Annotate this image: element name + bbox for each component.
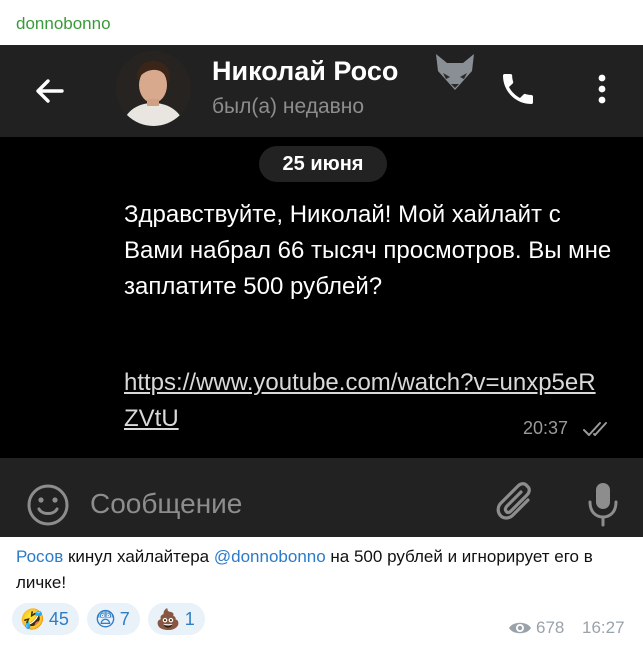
post-time: 16:27 bbox=[582, 618, 625, 637]
channel-name[interactable]: donnobonno bbox=[16, 14, 111, 34]
eye-icon bbox=[509, 622, 531, 634]
more-vertical-icon[interactable] bbox=[590, 69, 614, 109]
telegram-chat-screenshot: Николай Росо был(а) недавно 25 июня Здра… bbox=[0, 45, 643, 537]
caption-hashtag-link[interactable]: Росов bbox=[16, 547, 63, 566]
message-time: 20:37 bbox=[523, 418, 569, 438]
fox-icon bbox=[436, 54, 474, 90]
rofl-emoji-icon: 🤣 bbox=[20, 607, 45, 631]
reaction-rofl[interactable]: 🤣 45 bbox=[12, 603, 79, 635]
microphone-icon[interactable] bbox=[586, 480, 620, 528]
chat-header: Николай Росо был(а) недавно bbox=[0, 45, 643, 137]
reaction-fearful[interactable]: 😨 7 bbox=[86, 603, 140, 635]
message-input[interactable]: Сообщение bbox=[90, 488, 242, 520]
fearful-emoji-icon: 😨 bbox=[94, 607, 116, 631]
avatar[interactable] bbox=[116, 51, 191, 126]
reaction-count: 1 bbox=[184, 608, 195, 629]
poop-emoji-icon: 💩 bbox=[155, 607, 181, 631]
view-count: 678 bbox=[508, 618, 564, 638]
paperclip-icon[interactable] bbox=[496, 480, 538, 526]
double-check-icon bbox=[583, 422, 607, 436]
message-text: Здравствуйте, Николай! Мой хайлайт с Вам… bbox=[124, 201, 612, 300]
emoji-icon[interactable] bbox=[26, 483, 70, 527]
reaction-poop[interactable]: 💩 1 bbox=[147, 603, 205, 635]
post-caption: Росов кинул хайлайтера @donnobonno на 50… bbox=[16, 544, 626, 596]
contact-name[interactable]: Николай Росо bbox=[212, 56, 398, 87]
reactions-bar: 🤣 45 😨 7 💩 1 bbox=[12, 603, 205, 635]
message-input-bar: Сообщение bbox=[0, 458, 643, 537]
caption-mention-link[interactable]: @donnobonno bbox=[214, 547, 326, 566]
views-number: 678 bbox=[536, 618, 565, 637]
caption-text: кинул хайлайтера bbox=[63, 547, 214, 566]
contact-status: был(а) недавно bbox=[212, 95, 365, 118]
reaction-count: 7 bbox=[119, 608, 130, 629]
date-separator: 25 июня bbox=[259, 146, 387, 182]
phone-icon[interactable] bbox=[498, 69, 538, 109]
reaction-count: 45 bbox=[48, 608, 69, 629]
back-arrow-icon[interactable] bbox=[30, 71, 70, 111]
